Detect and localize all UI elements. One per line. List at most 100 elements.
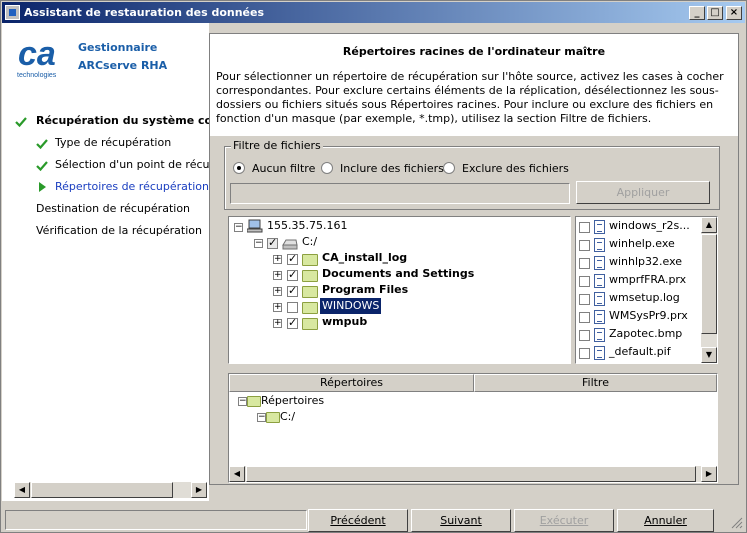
arrow-right-icon xyxy=(39,182,46,192)
file-icon xyxy=(594,238,605,252)
scroll-thumb[interactable] xyxy=(701,234,717,334)
folder-checkbox[interactable] xyxy=(287,284,298,297)
steps-horizontal-scrollbar[interactable]: ◀ ▶ xyxy=(14,482,207,498)
collapse-icon[interactable]: − xyxy=(254,239,263,248)
file-list-scrollbar[interactable]: ▲ ▼ xyxy=(701,217,717,363)
file-icon xyxy=(594,292,605,306)
scroll-right-icon[interactable]: ▶ xyxy=(191,482,207,498)
expand-icon[interactable]: + xyxy=(273,303,282,312)
column-header-filter[interactable]: Filtre xyxy=(474,374,717,392)
grid-child[interactable]: C:/ xyxy=(280,409,295,425)
folder-checkbox[interactable] xyxy=(287,302,298,313)
resize-grip-icon[interactable] xyxy=(729,515,743,529)
expand-icon[interactable]: + xyxy=(273,255,282,264)
folder-icon xyxy=(302,270,318,282)
file-item[interactable]: _default.pif xyxy=(609,344,671,360)
page-header: Répertoires racines de l'ordinateur maît… xyxy=(210,34,738,136)
apply-button[interactable]: Appliquer xyxy=(576,181,710,204)
file-item[interactable]: Zapotec.bmp xyxy=(609,326,682,342)
status-field xyxy=(5,510,307,530)
title-bar[interactable]: Assistant de restauration des données _ … xyxy=(2,2,745,23)
restore-wizard-window: Assistant de restauration des données _ … xyxy=(0,0,747,533)
scroll-left-icon[interactable]: ◀ xyxy=(14,482,30,498)
expand-icon[interactable]: + xyxy=(273,287,282,296)
content-panel: Répertoires racines de l'ordinateur maît… xyxy=(209,33,739,485)
back-button-label: Précédent xyxy=(330,514,386,527)
file-list[interactable]: windows_r2s... winhelp.exe winhlp32.exe … xyxy=(575,216,718,364)
maximize-button[interactable]: □ xyxy=(707,6,723,20)
collapse-icon[interactable]: − xyxy=(234,223,243,232)
brand-line-1: Gestionnaire xyxy=(78,41,158,54)
radio-include-files-label[interactable]: Inclure des fichiers xyxy=(340,162,444,175)
step-recovery-directories: Répertoires de récupération xyxy=(55,180,209,193)
collapse-icon[interactable]: − xyxy=(238,397,247,406)
next-button-label: Suivant xyxy=(440,514,482,527)
back-button[interactable]: Précédent xyxy=(308,509,408,532)
step-recovery-destination: Destination de récupération xyxy=(36,202,191,215)
file-checkbox[interactable] xyxy=(579,240,590,251)
file-item[interactable]: winhlp32.exe xyxy=(609,254,682,270)
steps-panel: ca technologies Gestionnaire ARCserve RH… xyxy=(2,23,235,501)
tree-host[interactable]: 155.35.75.161 xyxy=(267,218,347,234)
file-checkbox[interactable] xyxy=(579,222,590,233)
grid-horizontal-scrollbar[interactable]: ◀ ▶ xyxy=(229,466,717,482)
folder-icon xyxy=(302,318,318,330)
expand-icon[interactable]: + xyxy=(273,271,282,280)
folder-icon xyxy=(302,286,318,298)
radio-no-filter-label[interactable]: Aucun filtre xyxy=(252,162,315,175)
expand-icon[interactable]: + xyxy=(273,319,282,328)
computer-icon xyxy=(247,219,263,233)
file-checkbox[interactable] xyxy=(579,348,590,359)
file-checkbox[interactable] xyxy=(579,330,590,341)
file-item[interactable]: winhelp.exe xyxy=(609,236,675,252)
file-checkbox[interactable] xyxy=(579,294,590,305)
file-item[interactable]: wmprfFRA.prx xyxy=(609,272,686,288)
file-checkbox[interactable] xyxy=(579,258,590,269)
radio-exclude-files[interactable] xyxy=(443,162,455,174)
scroll-left-icon[interactable]: ◀ xyxy=(229,466,245,482)
file-icon xyxy=(594,274,605,288)
radio-no-filter[interactable] xyxy=(233,162,245,174)
file-icon xyxy=(594,310,605,324)
tree-folder[interactable]: wmpub xyxy=(322,314,367,330)
scroll-thumb[interactable] xyxy=(246,466,696,482)
tree-folder[interactable]: Program Files xyxy=(322,282,408,298)
check-icon xyxy=(15,117,27,128)
drive-checkbox[interactable] xyxy=(267,236,278,249)
ca-logo: ca technologies xyxy=(17,35,57,79)
file-checkbox[interactable] xyxy=(579,276,590,287)
folder-icon xyxy=(247,396,261,407)
tree-folder[interactable]: Documents and Settings xyxy=(322,266,474,282)
tree-drive[interactable]: C:/ xyxy=(302,234,317,250)
next-button[interactable]: Suivant xyxy=(411,509,511,532)
file-item[interactable]: wmsetup.log xyxy=(609,290,680,306)
directory-tree[interactable]: − 155.35.75.161 − C:/ + CA_install_log +… xyxy=(228,216,571,364)
close-button[interactable]: × xyxy=(726,6,742,20)
cancel-button[interactable]: Annuler xyxy=(617,509,714,532)
step-recovery-verification: Vérification de la récupération xyxy=(36,224,202,237)
column-header-directories[interactable]: Répertoires xyxy=(229,374,474,392)
run-button[interactable]: Exécuter xyxy=(514,509,614,532)
folder-checkbox[interactable] xyxy=(287,316,298,329)
scroll-down-icon[interactable]: ▼ xyxy=(701,347,717,363)
file-item[interactable]: WMSysPr9.prx xyxy=(609,308,688,324)
app-icon xyxy=(5,5,20,20)
collapse-icon[interactable]: − xyxy=(257,413,266,422)
folder-checkbox[interactable] xyxy=(287,252,298,265)
svg-text:ca: ca xyxy=(18,35,56,73)
grid-root[interactable]: Répertoires xyxy=(261,393,324,409)
file-checkbox[interactable] xyxy=(579,312,590,323)
scroll-up-icon[interactable]: ▲ xyxy=(701,217,717,233)
radio-include-files[interactable] xyxy=(321,162,333,174)
tree-folder[interactable]: CA_install_log xyxy=(322,250,407,266)
file-item[interactable]: windows_r2s... xyxy=(609,218,690,234)
directory-filter-grid[interactable]: Répertoires Filtre − Répertoires − C:/ ◀… xyxy=(228,373,718,483)
minimize-button[interactable]: _ xyxy=(689,6,705,20)
step-recovery-type: Type de récupération xyxy=(55,136,172,149)
scroll-thumb[interactable] xyxy=(31,482,173,498)
scroll-right-icon[interactable]: ▶ xyxy=(701,466,717,482)
filter-mask-input[interactable] xyxy=(230,183,570,204)
folder-checkbox[interactable] xyxy=(287,268,298,281)
radio-exclude-files-label[interactable]: Exclure des fichiers xyxy=(462,162,569,175)
tree-folder-selected[interactable]: WINDOWS xyxy=(320,298,382,314)
